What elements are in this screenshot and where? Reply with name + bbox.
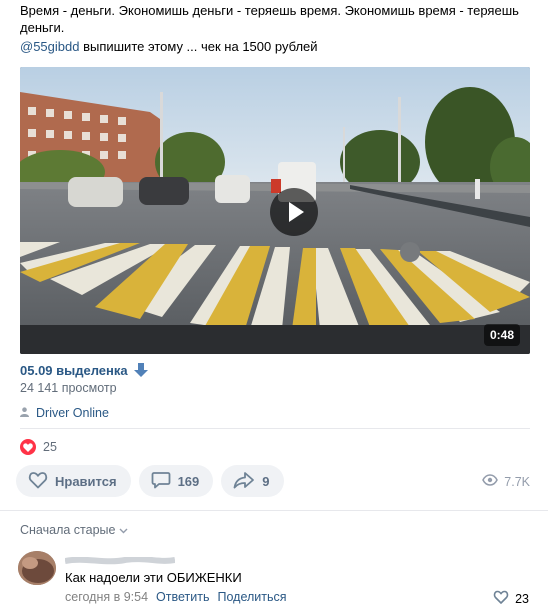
share-link[interactable]: Поделиться bbox=[217, 590, 286, 604]
comments-button[interactable]: 169 bbox=[138, 465, 214, 497]
like-button[interactable]: Нравится bbox=[16, 465, 131, 497]
comment-text: Как надоели эти ОБИЖЕНКИ bbox=[65, 570, 242, 585]
comments-sort[interactable]: Сначала старые bbox=[20, 523, 128, 537]
eye-icon bbox=[482, 474, 499, 489]
views-count: 7.7K bbox=[504, 474, 530, 489]
comment-author-redacted bbox=[64, 553, 176, 565]
chevron-down-icon bbox=[119, 523, 128, 537]
video-duration: 0:48 bbox=[483, 324, 520, 346]
post-text: Время - деньги. Экономишь деньги - теряе… bbox=[20, 3, 519, 35]
play-button[interactable] bbox=[270, 188, 318, 236]
post-views: 7.7K bbox=[482, 474, 530, 489]
channel-name[interactable]: Driver Online bbox=[36, 406, 109, 420]
heart-outline-icon bbox=[28, 471, 48, 492]
video-title[interactable]: 05.09 выделенка bbox=[20, 362, 149, 378]
user-icon bbox=[20, 406, 29, 420]
like-label: Нравится bbox=[55, 473, 117, 489]
divider bbox=[20, 428, 530, 429]
comment-like-button[interactable]: 23 bbox=[493, 590, 529, 607]
share-button[interactable]: 9 bbox=[221, 465, 284, 497]
sort-label[interactable]: Сначала старые bbox=[20, 523, 115, 537]
video-title-text[interactable]: 05.09 выделенка bbox=[20, 363, 128, 378]
comment-time[interactable]: сегодня в 9:54 bbox=[65, 590, 148, 604]
reactions-summary[interactable]: 25 bbox=[20, 439, 57, 455]
post-actions: Нравится 169 9 bbox=[16, 465, 284, 497]
comment-icon bbox=[151, 471, 171, 492]
shares-count: 9 bbox=[262, 473, 270, 489]
reply-link[interactable]: Ответить bbox=[156, 590, 209, 604]
comment-likes-count: 23 bbox=[515, 591, 529, 606]
heart-outline-icon bbox=[493, 590, 509, 607]
avatar[interactable] bbox=[18, 551, 56, 585]
video-views: 24 141 просмотр bbox=[20, 381, 117, 395]
post-mention-line: @55gibdd выпишите этому ... чек на 1500 … bbox=[20, 38, 318, 55]
comment-meta: сегодня в 9:54 Ответить Поделиться bbox=[65, 590, 287, 604]
channel-link[interactable]: Driver Online bbox=[20, 406, 109, 420]
mention-link[interactable]: @55gibdd bbox=[20, 39, 79, 54]
share-icon bbox=[233, 471, 255, 492]
arrow-down-icon bbox=[133, 362, 149, 378]
video-player[interactable]: 0:48 bbox=[20, 67, 530, 354]
reactions-count: 25 bbox=[43, 440, 57, 454]
comments-count: 169 bbox=[177, 473, 200, 489]
divider bbox=[0, 510, 548, 511]
heart-icon bbox=[20, 439, 36, 455]
post-mention-text: выпишите этому ... чек на 1500 рублей bbox=[79, 39, 318, 54]
